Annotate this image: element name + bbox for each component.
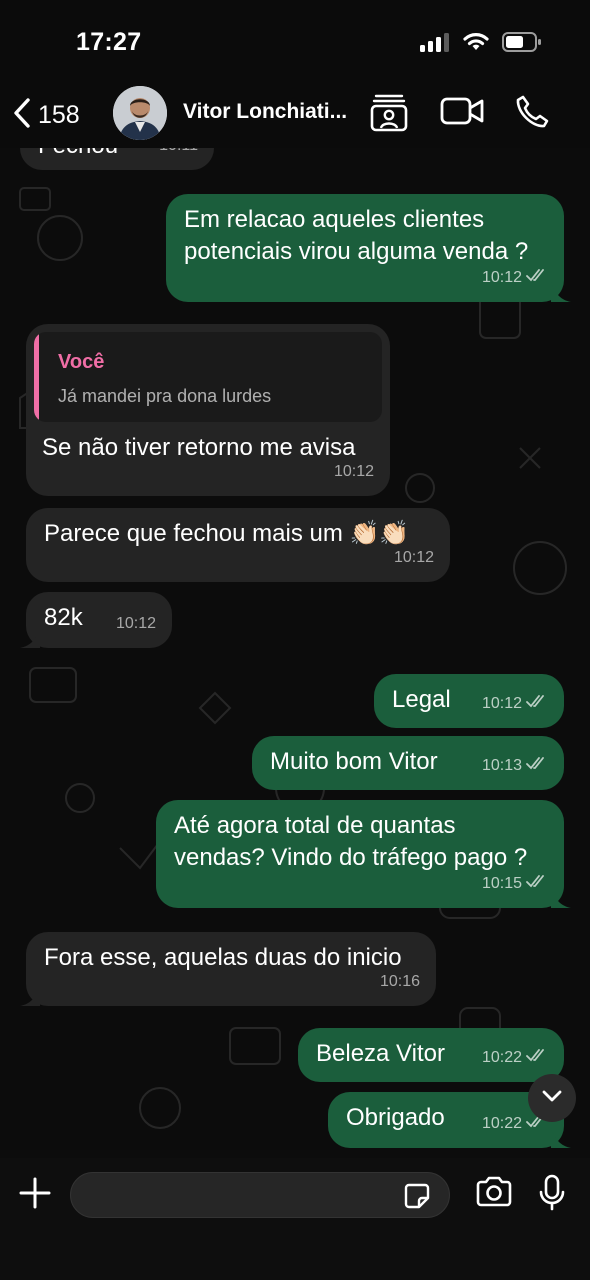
message-text: Até agora total de quantas vendas? Vindo… [174,812,528,871]
unread-count: 158 [38,101,80,129]
chat-header: 158 Vitor Lonchiati... [0,84,590,148]
status-time: 17:27 [76,28,142,56]
message-incoming[interactable]: Fechou 10:11 [20,148,214,170]
message-time: 10:22 [481,1115,522,1132]
scroll-to-bottom-button[interactable] [528,1074,576,1122]
back-button[interactable]: 158 [10,96,80,135]
message-incoming[interactable]: Parece que fechou mais um 👏🏻👏🏻 10:12 [26,508,450,582]
message-text: Parece que fechou mais um 👏🏻👏🏻 [44,520,410,547]
message-incoming[interactable]: 82k 10:12 [20,592,172,648]
message-text: 82k [44,604,83,631]
message-time: 10:12 [333,463,374,480]
quote-text: Já mandei pra dona lurdes [58,386,272,406]
phone-icon[interactable] [514,94,550,135]
message-time: 10:12 [481,269,522,286]
contact-card-icon[interactable] [370,92,408,137]
composer-bar [0,1158,590,1280]
message-incoming-reply[interactable]: Você Já mandei pra dona lurdes Se não ti… [26,324,390,496]
camera-icon[interactable] [475,1176,513,1213]
message-text: Muito bom Vitor [270,748,438,775]
message-time: 10:22 [481,1049,522,1066]
message-meta: 10:13 [482,750,548,782]
message-text: Fora esse, aquelas duas do inicio [44,944,402,971]
message-meta: 10:15 [482,868,548,900]
message-text: Obrigado [346,1104,445,1131]
message-meta: 10:22 [482,1042,548,1074]
message-text: Legal [392,686,451,713]
double-check-icon [526,750,548,782]
message-time: 10:12 [481,695,522,712]
message-outgoing[interactable]: Muito bom Vitor 10:13 [252,736,564,790]
message-outgoing[interactable]: Legal 10:12 [374,674,564,728]
double-check-icon [526,1042,548,1074]
message-time: 10:12 [393,549,434,566]
battery-icon [502,31,542,58]
quote-author: Você [58,351,105,373]
quote-accent-bar [34,332,39,422]
message-outgoing[interactable]: Beleza Vitor 10:22 [298,1028,564,1082]
status-icons [420,31,542,58]
message-incoming[interactable]: Fora esse, aquelas duas do inicio 10:16 [20,932,436,1006]
contact-name[interactable]: Vitor Lonchiati... [183,100,347,124]
message-outgoing[interactable]: Em relacao aqueles clientes potenciais v… [166,194,571,302]
plus-icon[interactable] [18,1176,52,1215]
message-time: 10:16 [379,973,420,990]
message-input-container[interactable] [70,1172,450,1218]
double-check-icon [526,262,548,294]
message-input[interactable] [71,1173,391,1217]
message-time: 10:12 [115,615,156,632]
message-text: Beleza Vitor [316,1040,445,1067]
video-call-icon[interactable] [440,96,484,131]
message-meta: 10:12 [482,262,548,294]
message-text: Em relacao aqueles clientes potenciais v… [184,206,529,265]
message-time: 10:11 [159,148,198,162]
quoted-message[interactable]: Você Já mandei pra dona lurdes [34,332,382,422]
sticker-icon[interactable] [403,1182,431,1215]
message-outgoing[interactable]: Até agora total de quantas vendas? Vindo… [156,800,571,908]
wifi-icon [462,31,490,58]
status-bar: 17:27 [0,0,590,84]
signal-icon [420,32,450,57]
message-text: Se não tiver retorno me avisa [42,434,356,461]
avatar[interactable] [113,86,167,140]
message-time: 10:15 [481,875,522,892]
chevron-down-icon [541,1089,563,1108]
message-text: Fechou [38,148,118,159]
double-check-icon [526,688,548,720]
chat-area[interactable]: Fechou 10:11 Em relacao aqueles clientes… [0,148,590,1158]
double-check-icon [526,868,548,900]
message-time: 10:13 [481,757,522,774]
back-chevron-icon [10,96,34,135]
microphone-icon[interactable] [538,1174,566,1217]
message-meta: 10:12 [482,688,548,720]
